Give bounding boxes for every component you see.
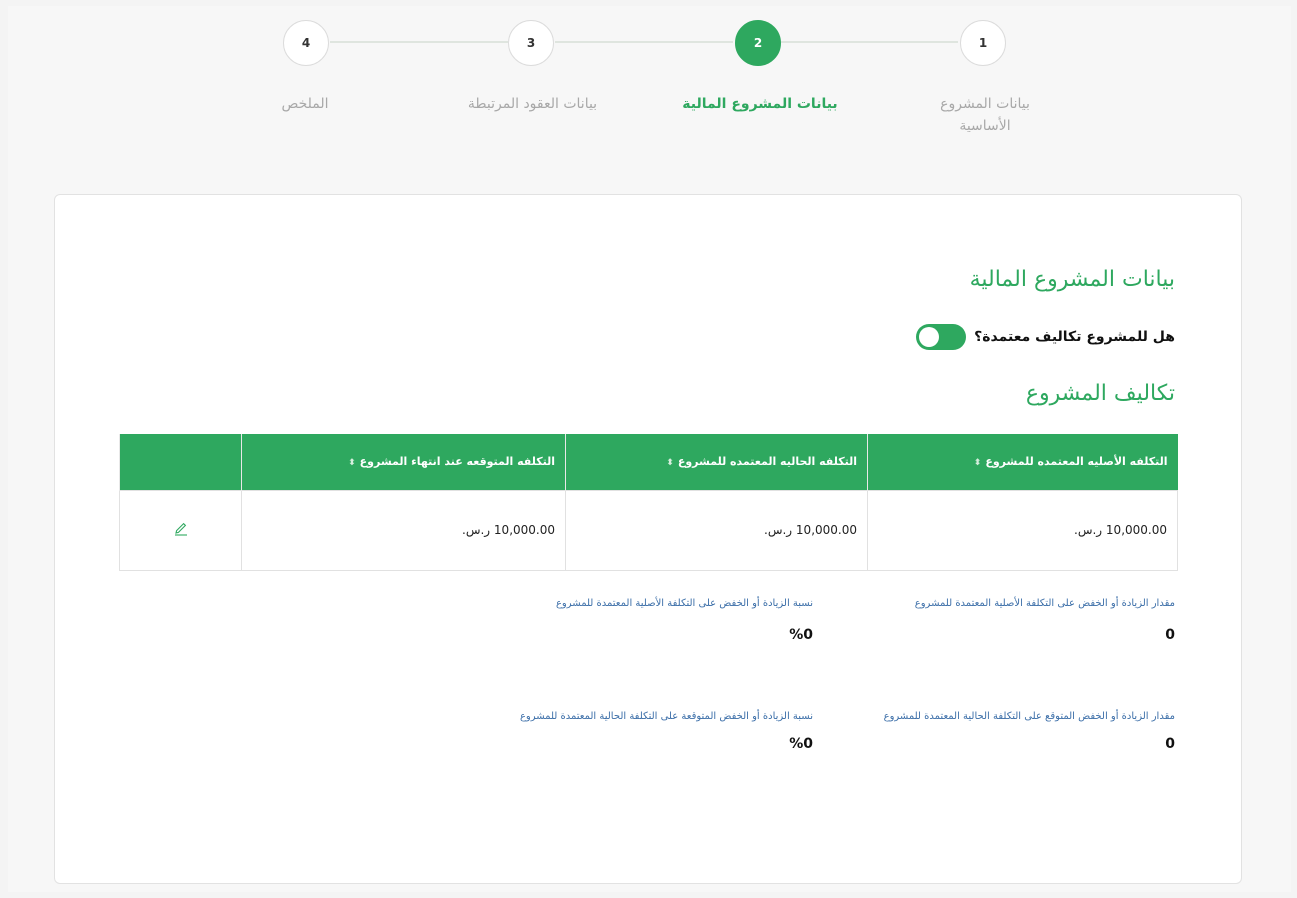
toggle-label: هل للمشروع تكاليف معتمدة؟ <box>974 329 1175 345</box>
financial-data-card: بيانات المشروع المالية هل للمشروع تكاليف… <box>54 194 1242 884</box>
header-current-cost[interactable]: التكلفه الحاليه المعتمده للمشروع⬍ <box>565 434 868 490</box>
sort-icon[interactable]: ⬍ <box>974 458 982 468</box>
expected-change-amount: مقدار الزيادة أو الخفض المتوقع على التكل… <box>865 707 1175 752</box>
step-1-label[interactable]: بيانات المشروع الأساسية <box>925 93 1045 137</box>
stat-value: 0 <box>1165 627 1175 643</box>
stat-value: %0 <box>789 736 813 752</box>
project-costs-table: التكلفه الأصليه المعتمده للمشروع⬍ التكلف… <box>119 434 1178 571</box>
step-connector <box>780 41 958 43</box>
cell-actions <box>119 489 242 571</box>
step-2-circle[interactable]: 2 <box>735 20 781 66</box>
header-label: التكلفه الأصليه المعتمده للمشروع <box>985 455 1168 469</box>
stat-label: نسبة الزيادة أو الخفض المتوقعة على التكل… <box>519 711 813 722</box>
step-4-label[interactable]: الملخص <box>250 93 360 115</box>
stat-label: نسبة الزيادة أو الخفض على التكلفة الأصلي… <box>555 598 813 609</box>
costs-title: تكاليف المشروع <box>1025 381 1175 406</box>
table-row: 10,000.00 ر.س. 10,000.00 ر.س. 10,000.00 … <box>119 489 1178 571</box>
orig-change-amount: مقدار الزيادة أو الخفض على التكلفة الأصل… <box>845 594 1175 643</box>
header-original-cost[interactable]: التكلفه الأصليه المعتمده للمشروع⬍ <box>867 434 1178 490</box>
sort-icon[interactable]: ⬍ <box>666 458 674 468</box>
header-label: التكلفه الحاليه المعتمده للمشروع <box>677 455 857 469</box>
cell-original-cost: 10,000.00 ر.س. <box>867 489 1178 571</box>
header-label: التكلفه المتوقعه عند انتهاء المشروع <box>359 455 555 469</box>
toggle-knob <box>919 327 940 347</box>
step-3-circle[interactable]: 3 <box>508 20 554 66</box>
step-4-circle[interactable]: 4 <box>283 20 329 66</box>
pencil-icon[interactable] <box>173 521 189 537</box>
stat-value: 0 <box>1165 736 1175 752</box>
cell-expected-cost: 10,000.00 ر.س. <box>241 489 566 571</box>
expected-change-pct: نسبة الزيادة أو الخفض المتوقعة على التكل… <box>493 707 813 752</box>
header-expected-cost[interactable]: التكلفه المتوقعه عند انتهاء المشروع⬍ <box>241 434 566 490</box>
orig-change-pct: نسبة الزيادة أو الخفض على التكلفة الأصلي… <box>483 594 813 643</box>
stat-label: مقدار الزيادة أو الخفض المتوقع على التكل… <box>883 711 1175 722</box>
stat-label: مقدار الزيادة أو الخفض على التكلفة الأصل… <box>914 598 1175 609</box>
step-connector <box>330 41 508 43</box>
step-connector <box>555 41 733 43</box>
approved-costs-toggle-row: هل للمشروع تكاليف معتمدة؟ <box>916 323 1175 351</box>
approved-costs-toggle[interactable] <box>916 324 967 350</box>
section-title: بيانات المشروع المالية <box>969 267 1175 292</box>
header-actions <box>119 434 242 490</box>
step-3-label[interactable]: بيانات العقود المرتبطة <box>445 93 620 115</box>
wizard-stepper: 4 3 2 1 الملخص بيانات العقود المرتبطة بي… <box>0 0 1297 160</box>
cell-current-cost: 10,000.00 ر.س. <box>565 489 868 571</box>
step-1-circle[interactable]: 1 <box>960 20 1006 66</box>
table-header-row: التكلفه الأصليه المعتمده للمشروع⬍ التكلف… <box>119 434 1178 490</box>
step-2-label[interactable]: بيانات المشروع المالية <box>675 93 845 115</box>
stat-value: %0 <box>789 627 813 643</box>
sort-icon[interactable]: ⬍ <box>348 458 356 468</box>
